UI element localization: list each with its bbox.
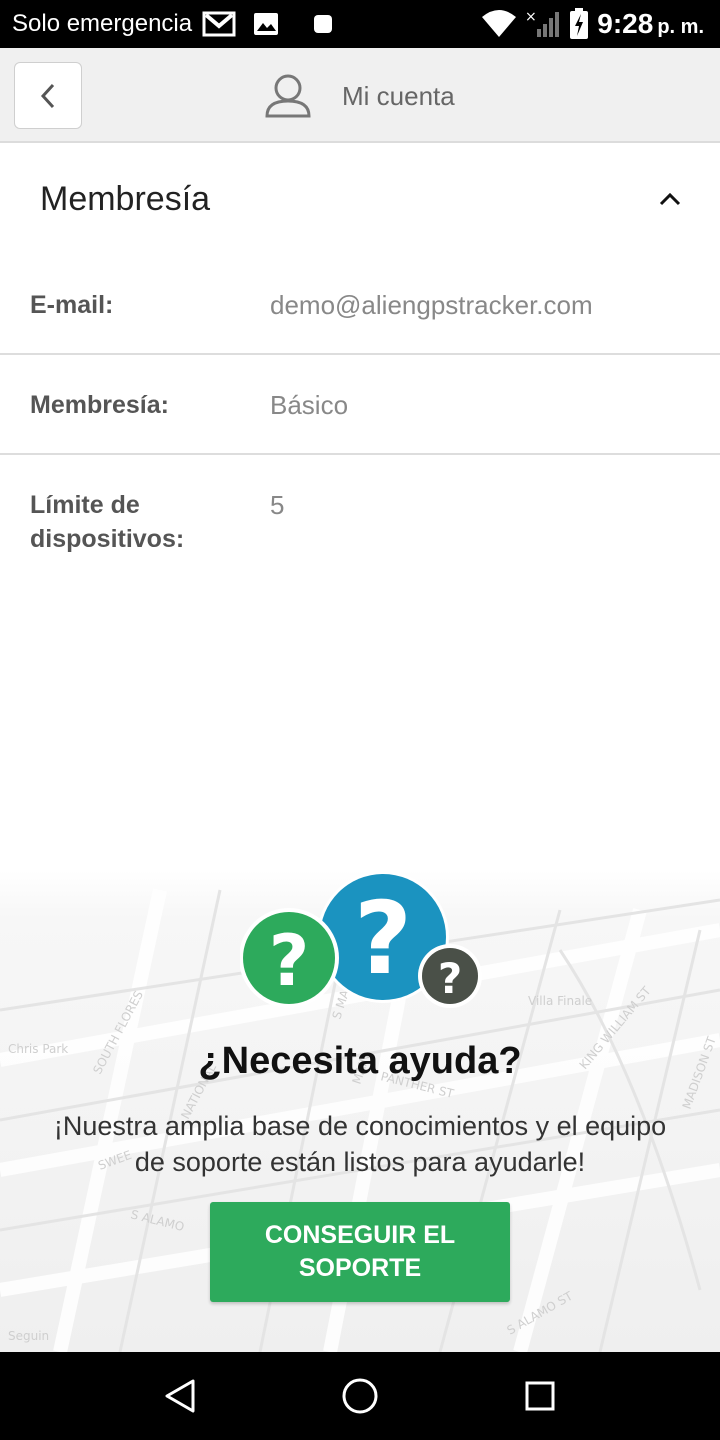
help-question-icon: ? ? ? [240,871,482,1008]
map-label: Seguin [8,1329,49,1343]
device-limit-label: Límite de dispositivos: [30,491,185,553]
back-button[interactable] [14,62,82,129]
device-limit-value: 5 [270,490,285,520]
map-label: S ALAMO [129,1207,185,1234]
membership-label: Membresía: [30,391,169,419]
battery-charging-icon [570,8,589,39]
help-title: ¿Necesita ayuda? [198,1040,522,1082]
status-bar: Solo emergencia × 9:28 p. m. [0,0,720,48]
svg-text:?: ? [269,920,310,1002]
device-limit-row: Límite de dispositivos: 5 [0,455,720,575]
status-ampm: p. m. [657,16,704,38]
notification-icon [314,15,333,33]
circle-home-icon [342,1378,378,1414]
get-support-button[interactable]: CONSEGUIR EL SOPORTE [210,1202,510,1302]
nav-recents-button[interactable] [520,1376,560,1416]
gmail-icon [202,11,236,37]
nav-home-button[interactable] [340,1376,380,1416]
user-icon [265,74,311,118]
membership-row: Membresía: Básico [0,355,720,455]
svg-text:?: ? [438,954,462,1003]
help-section: Chris Park SOUTH FLORES NATIONAL S MAIN … [0,870,720,1352]
top-app-bar: Mi cuenta [0,48,720,143]
membership-section-header[interactable]: Membresía [0,144,720,256]
email-row: E-mail: demo@aliengpstracker.com [0,256,720,355]
wifi-icon [482,10,517,37]
email-label: E-mail: [30,291,114,319]
chevron-up-icon[interactable] [658,189,682,209]
section-title: Membresía [40,180,211,218]
page-title: Mi cuenta [342,80,455,111]
carrier-label: Solo emergencia [12,10,193,37]
system-nav-bar [0,1352,720,1440]
map-label: Villa Finale [528,994,592,1008]
membership-value: Básico [270,390,349,420]
square-recents-icon [525,1381,555,1411]
svg-text:?: ? [354,880,412,997]
email-value: demo@aliengpstracker.com [270,290,593,320]
triangle-back-icon [165,1379,195,1413]
image-icon [254,13,279,35]
chevron-left-icon [40,83,55,108]
svg-text:×: × [525,9,537,25]
signal-icon: × [525,9,560,37]
help-description: ¡Nuestra amplia base de conocimientos y … [53,1111,667,1177]
status-time: 9:28 [597,8,654,39]
nav-back-button[interactable] [160,1376,200,1416]
